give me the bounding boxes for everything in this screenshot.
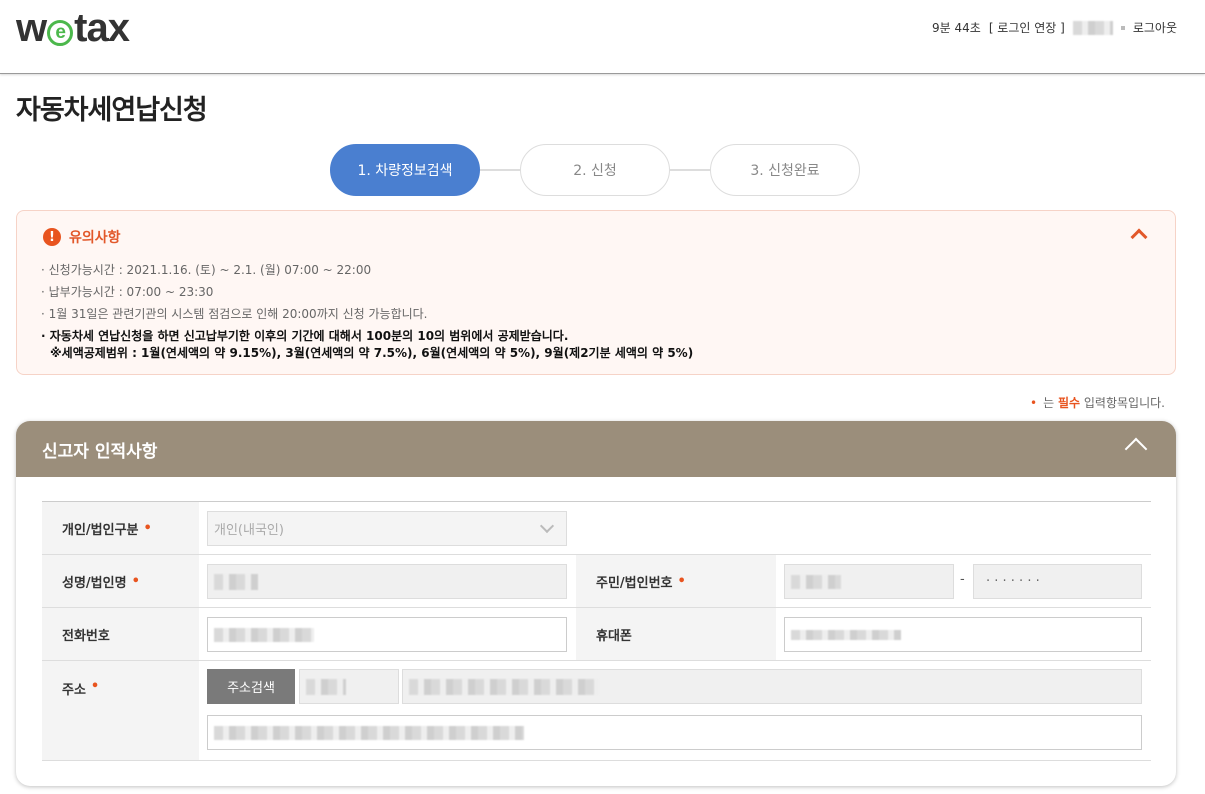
notice-header: ! 유의사항 <box>43 227 121 247</box>
required-note-pre: 는 <box>1043 396 1058 410</box>
label-mobile: 휴대폰 <box>576 608 776 660</box>
warning-icon: ! <box>43 228 61 246</box>
type-select-value: 개인(내국인) <box>214 523 284 538</box>
name-field[interactable] <box>207 564 567 599</box>
required-mark: • <box>90 679 100 694</box>
id-number-back-field[interactable]: · · · · · · · <box>973 564 1142 599</box>
form-row-address: 주소 • 주소검색 <box>42 661 1151 761</box>
notice-box: ! 유의사항 신청가능시간 : 2021.1.16. (토) ~ 2.1. (월… <box>16 210 1176 375</box>
id-number-front-field[interactable] <box>784 564 954 599</box>
label-text: 전화번호 <box>62 628 110 644</box>
session-timer: 9분 44초 <box>932 21 981 35</box>
label-text: 개인/법인구분 <box>62 522 139 538</box>
progress-steps: 1. 차량정보검색 2. 신청 3. 신청완료 <box>330 144 861 196</box>
required-mark: • <box>143 520 152 536</box>
notice-item: 1월 31일은 관련기관의 시스템 점검으로 인해 20:00까지 신청 가능합… <box>41 303 693 325</box>
notice-item-discount: 자동차세 연납신청을 하면 신고납부기한 이후의 기간에 대해서 100분의 1… <box>41 328 693 345</box>
id-masked-value: · · · · · · · <box>986 574 1040 589</box>
notice-title: 유의사항 <box>69 230 121 246</box>
page-title: 자동차세연납신청 <box>16 95 208 126</box>
label-phone: 전화번호 <box>42 608 199 660</box>
logout-link[interactable]: 로그아웃 <box>1133 19 1177 36</box>
required-bullet: • <box>1030 396 1038 410</box>
collapse-notice-chevron-up-icon[interactable] <box>1130 228 1148 246</box>
notice-item: 신청가능시간 : 2021.1.16. (토) ~ 2.1. (월) 07:00… <box>41 259 693 281</box>
phone-redacted <box>214 627 314 642</box>
chevron-down-icon <box>539 518 555 534</box>
zipcode-redacted <box>306 678 346 695</box>
required-note-post: 입력항목입니다. <box>1080 396 1165 410</box>
id-dash: - <box>960 572 965 587</box>
address-detail-redacted <box>214 725 524 740</box>
address-main-field[interactable] <box>402 669 1142 704</box>
address-detail-field[interactable] <box>207 715 1142 750</box>
form-row-phone: 전화번호 휴대폰 <box>42 608 1151 661</box>
required-field-note: • 는 필수 입력항목입니다. <box>1030 394 1165 411</box>
top-header: w e tax 9분 44초 [ 로그인 연장 ] 로그아웃 <box>0 0 1205 74</box>
user-name-redacted <box>1072 20 1113 35</box>
mobile-redacted <box>791 629 901 640</box>
logo-e-icon: e <box>47 20 74 46</box>
separator-dot <box>1120 25 1125 30</box>
label-text: 주소 <box>62 683 86 698</box>
reporter-form: 개인/법인구분 • 개인(내국인) 성명/법인명 • 주민/법인번호 • - ·… <box>42 501 1151 761</box>
label-name: 성명/법인명 • <box>42 555 199 607</box>
step-vehicle-search: 1. 차량정보검색 <box>330 144 480 196</box>
reporter-info-section: 신고자 인적사항 개인/법인구분 • 개인(내국인) 성명/법인명 • 주민/법인번… <box>16 421 1176 786</box>
mobile-field[interactable] <box>784 617 1142 652</box>
notice-list: 신청가능시간 : 2021.1.16. (토) ~ 2.1. (월) 07:00… <box>41 259 694 362</box>
step-apply: 2. 신청 <box>520 144 670 196</box>
step-complete: 3. 신청완료 <box>710 144 860 196</box>
required-note-highlight: 필수 <box>1057 396 1081 410</box>
step-connector <box>670 169 712 171</box>
required-mark: • <box>131 573 140 589</box>
type-select[interactable]: 개인(내국인) <box>207 511 567 546</box>
session-area: 9분 44초 [ 로그인 연장 ] 로그아웃 <box>932 19 1177 36</box>
section-title: 신고자 인적사항 <box>42 441 158 462</box>
address-search-button[interactable]: 주소검색 <box>207 669 295 704</box>
section-header: 신고자 인적사항 <box>16 421 1176 477</box>
logo-text-w: w <box>16 6 47 50</box>
phone-field[interactable] <box>207 617 567 652</box>
label-text: 주민/법인번호 <box>596 575 673 591</box>
label-text: 성명/법인명 <box>62 575 127 591</box>
form-row-name: 성명/법인명 • 주민/법인번호 • - · · · · · · · <box>42 555 1151 608</box>
label-id-number: 주민/법인번호 • <box>576 555 776 607</box>
id-front-redacted <box>791 574 841 589</box>
name-redacted <box>214 573 258 590</box>
required-mark: • <box>677 573 686 589</box>
extend-login-button[interactable]: [ 로그인 연장 ] <box>989 19 1065 36</box>
step-connector <box>480 169 522 171</box>
label-address: 주소 • <box>42 661 199 760</box>
notice-discount-range: ※세액공제범위 : 1월(연세액의 약 9.15%), 3월(연세액의 약 7.… <box>50 346 694 360</box>
zipcode-field[interactable] <box>299 669 399 704</box>
logo-text-tax: tax <box>74 6 130 50</box>
wetax-logo[interactable]: w e tax <box>16 6 130 51</box>
address-main-redacted <box>409 678 599 695</box>
form-row-type: 개인/법인구분 • 개인(내국인) <box>42 502 1151 555</box>
notice-item: 납부가능시간 : 07:00 ~ 23:30 <box>41 281 693 303</box>
label-type: 개인/법인구분 • <box>42 502 199 554</box>
label-text: 휴대폰 <box>596 628 632 644</box>
